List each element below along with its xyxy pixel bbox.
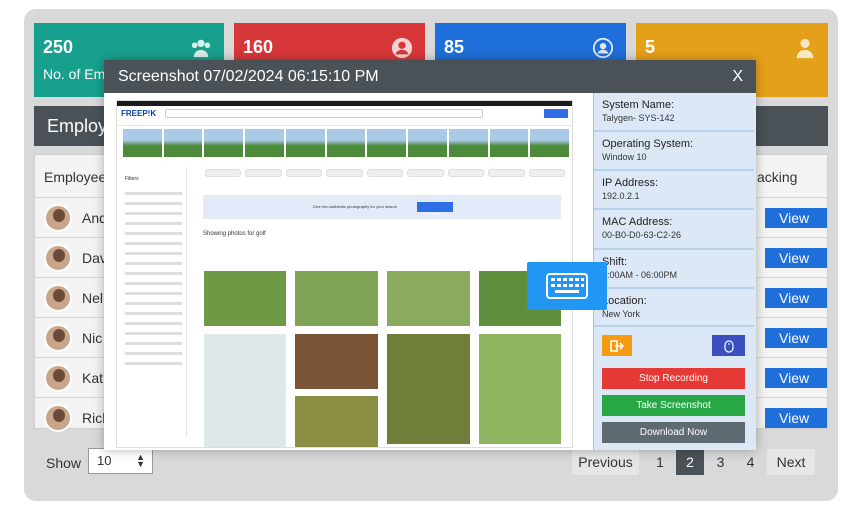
avatar <box>44 324 72 352</box>
updown-arrow-icon: ▲ ▼ <box>136 452 145 469</box>
view-button[interactable]: View <box>765 328 827 348</box>
sign-in-icon <box>610 340 625 352</box>
tag-row <box>205 169 565 177</box>
site-search-button <box>544 109 568 118</box>
download-now-button[interactable]: Download Now <box>602 422 745 443</box>
page-size-select[interactable]: 10 ▲ ▼ <box>88 448 153 474</box>
info-ip: IP Address: 192.0.2.1 <box>594 171 754 210</box>
previous-button[interactable]: Previous <box>572 449 639 475</box>
photo-thumb <box>203 270 287 327</box>
show-label: Show <box>46 455 82 471</box>
avatar <box>44 244 72 272</box>
view-button[interactable]: View <box>765 408 827 428</box>
mouse-icon <box>723 340 734 353</box>
user-icon <box>796 38 814 59</box>
system-info-panel: System Name: Talygen- SYS-142 Operating … <box>593 93 756 450</box>
photo-thumb <box>386 333 471 445</box>
photo-thumb <box>294 270 379 327</box>
photo-thumb <box>294 333 379 390</box>
app-usage-button[interactable] <box>602 335 632 356</box>
modal-title: Screenshot 07/02/2024 06:15:10 PM <box>118 68 379 85</box>
page-size-value: 10 <box>97 453 112 468</box>
mouse-activity-button[interactable] <box>712 335 745 356</box>
user-circle-icon <box>391 37 413 59</box>
view-button[interactable]: View <box>765 248 827 268</box>
employee-name: Nic <box>82 330 103 346</box>
results-label: Showing photos for golf <box>203 231 266 237</box>
avatar <box>44 364 72 392</box>
info-mac: MAC Address: 00-B0-D0-63-C2-26 <box>594 210 754 250</box>
stat-value: 5 <box>645 37 656 57</box>
avatar <box>44 404 72 432</box>
photo-thumb <box>478 333 562 445</box>
close-button[interactable]: X <box>732 68 743 86</box>
filters-title: Filters <box>125 176 139 182</box>
site-search-box <box>165 109 483 118</box>
stop-recording-button[interactable]: Stop Recording <box>602 368 745 389</box>
modal-header: Screenshot 07/02/2024 06:15:10 PM <box>104 60 756 93</box>
filters-panel: Filters <box>121 167 187 437</box>
keyboard-icon <box>546 273 588 299</box>
info-location: Location: New York <box>594 289 754 327</box>
page-2-button[interactable]: 2 <box>676 449 704 475</box>
view-button[interactable]: View <box>765 368 827 388</box>
info-system-name: System Name: Talygen- SYS-142 <box>594 93 754 132</box>
avatar <box>44 284 72 312</box>
info-shift: Shift: 9:00AM - 06:00PM <box>594 250 754 289</box>
banner-text: Dive into authentic photography for your… <box>313 204 398 209</box>
employee-name: Nel <box>82 290 104 306</box>
users-icon <box>191 39 211 58</box>
discover-button: Discover <box>417 202 453 216</box>
page-1-button[interactable]: 1 <box>647 449 673 475</box>
captured-screenshot[interactable]: FREEP!K Filters Dive into authentic phot… <box>116 100 573 448</box>
take-screenshot-button[interactable]: Take Screenshot <box>602 395 745 416</box>
user-circle-icon <box>592 37 614 59</box>
view-button[interactable]: View <box>765 208 827 228</box>
photo-thumb <box>203 333 287 447</box>
view-button[interactable]: View <box>765 288 827 308</box>
site-logo: FREEP!K <box>121 109 157 118</box>
keyboard-activity-button[interactable] <box>527 262 607 310</box>
page-4-button[interactable]: 4 <box>737 449 764 475</box>
thumbnail-strip <box>123 129 570 157</box>
photo-thumb <box>294 395 379 447</box>
info-os: Operating System: Window 10 <box>594 132 754 171</box>
avatar <box>44 204 72 232</box>
employee-name: Kat <box>82 370 104 386</box>
page-3-button[interactable]: 3 <box>707 449 734 475</box>
column-header-employee: Employee <box>44 169 107 185</box>
screenshot-modal: Screenshot 07/02/2024 06:15:10 PM X FREE… <box>104 60 756 450</box>
photo-thumb <box>386 270 471 327</box>
promo-banner: Dive into authentic photography for your… <box>203 195 561 219</box>
column-header-tracking: acking <box>757 169 798 185</box>
next-button[interactable]: Next <box>767 449 815 475</box>
